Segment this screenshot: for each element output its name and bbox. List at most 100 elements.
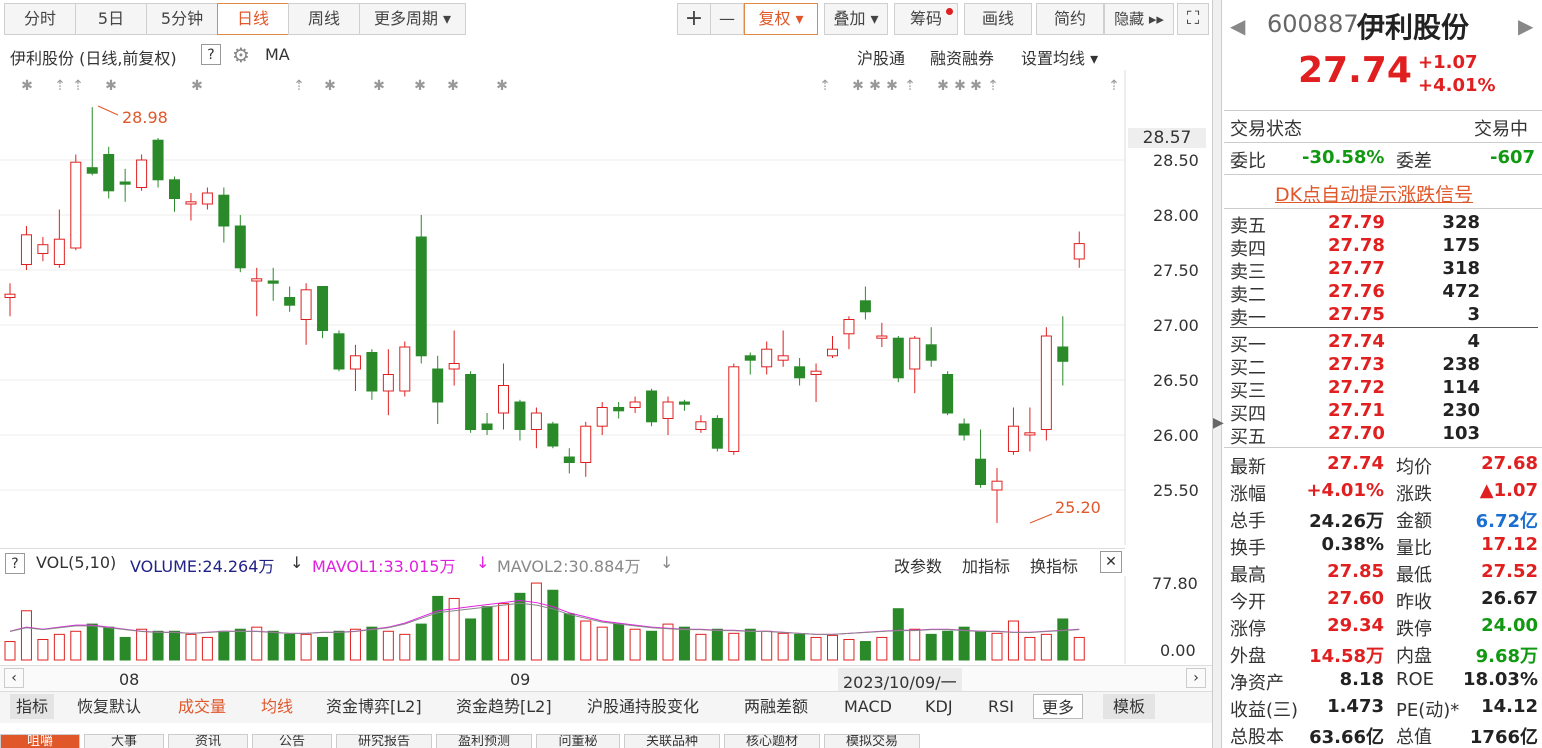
- link-hsgt[interactable]: 沪股通: [857, 45, 905, 69]
- link-margin[interactable]: 融资融券: [930, 45, 994, 69]
- bottom-tab-7[interactable]: 关联品种: [624, 734, 720, 748]
- more-indicators-button[interactable]: 更多: [1033, 694, 1084, 719]
- scroll-left-icon[interactable]: ‹: [4, 668, 24, 688]
- switch-indicator-link[interactable]: 换指标: [1030, 553, 1078, 577]
- indicator-tab-main[interactable]: 指标: [10, 694, 55, 719]
- candlestick-chart[interactable]: ✱ ⇡ ⇡ ✱ ✱ ✱ ✱ ✱ ✱⇡ ✱ ⇡ ✱ ✱ ✱ ⇡ ✱ ✱ ✱ ⇡ ⇡: [0, 70, 1210, 545]
- draw-button[interactable]: 画线: [964, 3, 1032, 35]
- volume-bar: [958, 626, 970, 661]
- indicator-fund-game[interactable]: 资金博弈[L2]: [326, 694, 422, 719]
- change-params-link[interactable]: 改参数: [894, 553, 942, 577]
- bottom-tab-4[interactable]: 研究报告: [336, 734, 432, 748]
- bottom-tab-3[interactable]: 公告: [252, 734, 332, 748]
- volume-bar: [646, 630, 658, 661]
- bottom-tab-8[interactable]: 核心题材: [724, 734, 820, 748]
- template-button[interactable]: 模板: [1103, 694, 1156, 719]
- indicator-ma[interactable]: 均线: [261, 694, 293, 719]
- tab-intraday[interactable]: 分时: [4, 3, 76, 35]
- simple-button[interactable]: 简约: [1036, 3, 1104, 35]
- stat-row: 涨幅 +4.01% 涨跌 ▲1.07: [1230, 480, 1538, 507]
- close-icon[interactable]: ✕: [1100, 551, 1122, 573]
- bottom-tab-5[interactable]: 盈利预测: [436, 734, 532, 748]
- orderbook-row[interactable]: 买四 27.71 230: [1230, 400, 1530, 425]
- time-tick: 08: [119, 670, 140, 689]
- orderbook-row[interactable]: 买三 27.72 114: [1230, 377, 1530, 402]
- candle-body: [399, 346, 411, 392]
- volume-bar: [1057, 618, 1069, 661]
- candle-body: [415, 236, 427, 357]
- orderbook-row[interactable]: 买一 27.74 4: [1230, 331, 1530, 356]
- fullscreen-icon[interactable]: ⛶: [1177, 3, 1209, 35]
- orderbook-row[interactable]: 卖三 27.77 318: [1230, 258, 1530, 283]
- tab-weekly[interactable]: 周线: [288, 3, 360, 35]
- orderbook-volume: 472: [1442, 281, 1480, 302]
- volume-bar: [530, 582, 542, 661]
- help-icon[interactable]: ?: [201, 44, 221, 65]
- orderbook-row[interactable]: 买二 27.73 238: [1230, 354, 1530, 379]
- orderbook-row[interactable]: 卖二 27.76 472: [1230, 281, 1530, 306]
- orderbook-row[interactable]: 卖四 27.78 175: [1230, 235, 1530, 260]
- collapse-arrow-icon[interactable]: ▶: [1213, 415, 1224, 431]
- bottom-tab-2[interactable]: 资讯: [168, 734, 248, 748]
- volume-bar: [333, 630, 345, 661]
- tab-daily[interactable]: 日线: [217, 3, 289, 35]
- prev-stock-icon[interactable]: ◀: [1230, 14, 1245, 38]
- price-tick: 28.50: [1153, 151, 1199, 170]
- gear-icon[interactable]: ⚙: [232, 43, 250, 67]
- volume-chart[interactable]: [0, 576, 1210, 664]
- candle-body: [695, 421, 707, 430]
- indicator-rsi[interactable]: RSI: [988, 694, 1014, 719]
- bottom-tab-6[interactable]: 问董秘: [536, 734, 620, 748]
- orderbook-volume: 103: [1442, 423, 1480, 444]
- indicator-hsgt-holding[interactable]: 沪股通持股变化: [587, 694, 699, 719]
- stat-label: 外盘: [1230, 646, 1266, 667]
- orderbook-row[interactable]: 卖五 27.79 328: [1230, 212, 1530, 237]
- restore-default-button[interactable]: 恢复默认: [77, 694, 141, 719]
- bottom-tab-9[interactable]: 模拟交易: [824, 734, 920, 748]
- chart-title: 伊利股份 (日线,前复权): [10, 49, 177, 68]
- stat-value: 6.72亿: [1475, 511, 1538, 532]
- zoom-in-button[interactable]: +: [677, 3, 711, 35]
- orderbook-volume: 4: [1467, 331, 1480, 352]
- bottom-tab-1[interactable]: 大事: [84, 734, 164, 748]
- set-ma-dropdown[interactable]: 设置均线 ▾: [1021, 45, 1098, 69]
- panel-divider[interactable]: ▶: [1212, 0, 1224, 748]
- high-annotation: 28.98: [122, 108, 168, 127]
- candle-body: [613, 407, 625, 412]
- zoom-out-button[interactable]: —: [710, 3, 744, 35]
- tab-5min[interactable]: 5分钟: [146, 3, 218, 35]
- candle-body: [4, 293, 16, 298]
- orderbook-row[interactable]: 买五 27.70 103: [1230, 423, 1530, 448]
- tab-5day[interactable]: 5日: [75, 3, 147, 35]
- candle-body: [975, 458, 987, 486]
- price-change: +1.07: [1418, 52, 1478, 73]
- add-indicator-link[interactable]: 加指标: [962, 553, 1010, 577]
- fuquan-dropdown[interactable]: 复权 ▾: [744, 3, 818, 35]
- hide-button[interactable]: 隐藏 ▸▸: [1104, 3, 1174, 35]
- event-marker-icon: ✱: [414, 78, 426, 94]
- scroll-right-icon[interactable]: ›: [1186, 668, 1206, 688]
- indicator-margin-diff[interactable]: 两融差额: [744, 694, 808, 719]
- stat-value: 17.12: [1481, 534, 1538, 555]
- stat-label: 总股本: [1230, 727, 1284, 748]
- chips-button[interactable]: 筹码: [894, 3, 958, 35]
- bottom-tab-0[interactable]: 咀嚼: [0, 734, 80, 748]
- indicator-ma[interactable]: MA: [265, 45, 290, 64]
- orderbook-volume: 3: [1467, 304, 1480, 325]
- indicator-kdj[interactable]: KDJ: [925, 694, 953, 719]
- indicator-fund-trend[interactable]: 资金趋势[L2]: [456, 694, 552, 719]
- orderbook-price: 27.71: [1328, 400, 1385, 421]
- stat-value: +4.01%: [1306, 480, 1384, 501]
- indicator-volume[interactable]: 成交量: [178, 694, 226, 719]
- help-icon[interactable]: ?: [5, 553, 25, 574]
- current-price-label: 28.57: [1128, 128, 1206, 148]
- dk-signal-link[interactable]: DK点自动提示涨跌信号: [1275, 180, 1473, 207]
- stat-row: 收益(三) 1.473 PE(动)* 14.12: [1230, 696, 1538, 723]
- more-periods-dropdown[interactable]: 更多周期 ▾: [359, 3, 466, 35]
- indicator-macd[interactable]: MACD: [844, 694, 892, 719]
- stat-label: 量比: [1396, 538, 1432, 559]
- event-marker-icon: ✱: [21, 78, 33, 94]
- next-stock-icon[interactable]: ▶: [1518, 14, 1533, 38]
- overlay-dropdown[interactable]: 叠加 ▾: [824, 3, 888, 35]
- orderbook-row[interactable]: 卖一 27.75 3: [1230, 304, 1530, 329]
